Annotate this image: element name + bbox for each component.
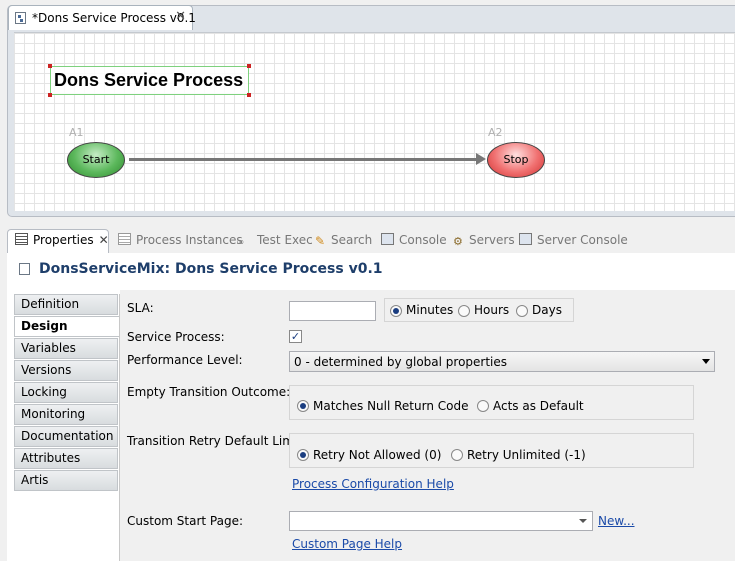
custom-page-help-link[interactable]: Custom Page Help — [292, 537, 402, 551]
category-documentation[interactable]: Documentation — [14, 426, 118, 447]
selection-handle[interactable] — [48, 93, 52, 97]
transition-edge[interactable] — [129, 158, 479, 161]
sla-days-label: Days — [532, 303, 562, 317]
category-monitoring[interactable]: Monitoring — [14, 404, 118, 425]
node-id-stop: A2 — [488, 126, 503, 139]
test-exec-icon: ∞ — [236, 237, 245, 248]
sla-minutes-label: Minutes — [406, 303, 454, 317]
sla-label: SLA: — [127, 301, 154, 315]
stop-node[interactable]: Stop — [487, 142, 545, 178]
category-list: Definition Design Variables Versions Loc… — [14, 294, 120, 561]
close-icon[interactable]: ✕ — [175, 9, 186, 24]
matches-null-label: Matches Null Return Code — [313, 399, 469, 413]
search-icon: ✎ — [315, 234, 326, 248]
view-tab-bar: Properties ✕ Process Instances ∞ Test Exec… — [7, 229, 735, 253]
category-definition[interactable]: Definition — [14, 294, 118, 315]
performance-level-select[interactable]: 0 - determined by global properties — [289, 351, 715, 372]
console-icon — [381, 233, 394, 245]
category-locking[interactable]: Locking — [14, 382, 118, 403]
tab-server-console[interactable]: Server Console — [519, 233, 628, 247]
start-node-label: Start — [82, 153, 110, 166]
editor-tab[interactable]: *Dons Service Process v0.1 ✕ — [8, 5, 196, 30]
sla-hours-radio[interactable] — [458, 305, 470, 317]
process-icon — [15, 12, 26, 24]
retry-limit-label: Transition Retry Default Limit: — [127, 434, 307, 448]
category-artis[interactable]: Artis — [14, 470, 118, 491]
retry-not-allowed-radio[interactable] — [297, 449, 309, 461]
category-variables[interactable]: Variables — [14, 338, 118, 359]
sla-unit-group: Minutes Hours Days — [384, 298, 574, 322]
properties-icon — [15, 233, 28, 245]
retry-unlimited-radio[interactable] — [451, 449, 463, 461]
chevron-down-icon — [702, 359, 710, 364]
node-id-start: A1 — [69, 126, 84, 139]
retry-unlimited-label: Retry Unlimited (-1) — [467, 448, 586, 462]
empty-transition-group: Matches Null Return Code Acts as Default — [289, 385, 694, 420]
selection-handle[interactable] — [247, 64, 251, 68]
list-icon — [118, 233, 131, 245]
servers-icon: ⚙ — [453, 235, 463, 248]
properties-title: DonsServiceMix: Dons Service Process v0.… — [39, 261, 383, 277]
retry-not-allowed-label: Retry Not Allowed (0) — [313, 448, 442, 462]
performance-level-value: 0 - determined by global properties — [294, 355, 508, 369]
sla-days-radio[interactable] — [516, 305, 528, 317]
process-title-box[interactable]: Dons Service Process — [48, 64, 251, 97]
editor-tab-label: *Dons Service Process v0.1 — [32, 11, 196, 25]
performance-level-label: Performance Level: — [127, 353, 243, 367]
acts-as-default-radio[interactable] — [477, 400, 489, 412]
tab-test-exec[interactable]: ∞ Test Exec — [236, 233, 313, 248]
selection-handle[interactable] — [247, 93, 251, 97]
category-attributes[interactable]: Attributes — [14, 448, 118, 469]
category-design[interactable]: Design — [14, 316, 119, 337]
new-link[interactable]: New... — [598, 514, 635, 528]
server-console-icon — [519, 233, 532, 245]
acts-as-default-label: Acts as Default — [493, 399, 584, 413]
sla-hours-label: Hours — [474, 303, 510, 317]
process-icon — [19, 263, 30, 275]
chevron-down-icon[interactable] — [579, 519, 587, 523]
tab-properties[interactable]: Properties ✕ — [15, 233, 109, 247]
service-process-checkbox[interactable]: ✓ — [289, 330, 302, 343]
selection-handle[interactable] — [48, 64, 52, 68]
stop-node-label: Stop — [503, 153, 529, 166]
close-icon[interactable]: ✕ — [99, 233, 109, 247]
tab-search[interactable]: ✎ Search — [315, 233, 372, 248]
process-canvas[interactable]: Dons Service Process A1 A2 Start Stop — [14, 32, 735, 211]
start-node[interactable]: Start — [67, 142, 125, 178]
arrowhead-icon — [476, 153, 486, 165]
retry-limit-group: Retry Not Allowed (0) Retry Unlimited (-… — [289, 433, 694, 468]
sla-input[interactable] — [289, 301, 376, 321]
custom-start-page-combo[interactable] — [289, 511, 593, 531]
service-process-label: Service Process: — [127, 330, 225, 344]
sla-minutes-radio[interactable] — [390, 305, 402, 317]
process-title: Dons Service Process — [54, 70, 244, 90]
tab-servers[interactable]: ⚙ Servers — [453, 233, 515, 248]
empty-transition-label: Empty Transition Outcome: — [127, 385, 291, 399]
custom-start-page-label: Custom Start Page: — [127, 514, 244, 528]
category-versions[interactable]: Versions — [14, 360, 118, 381]
matches-null-radio[interactable] — [297, 400, 309, 412]
tab-console[interactable]: Console — [381, 233, 447, 247]
tab-process-instances[interactable]: Process Instances — [118, 233, 243, 247]
process-config-help-link[interactable]: Process Configuration Help — [292, 477, 454, 491]
